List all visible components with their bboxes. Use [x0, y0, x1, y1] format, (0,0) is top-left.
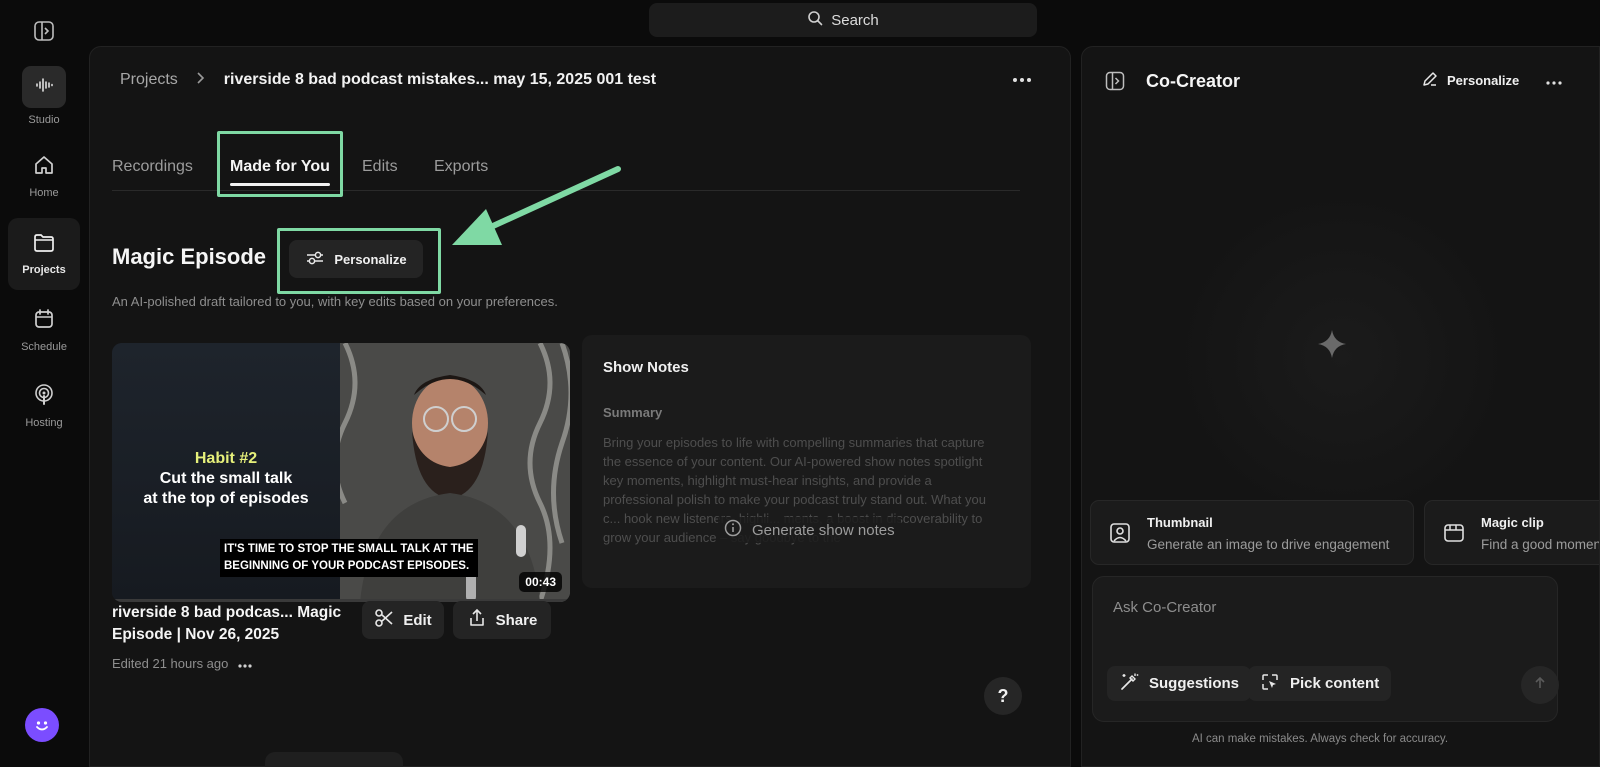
episode-video-thumbnail[interactable]: Habit #2 Cut the small talk at the top o… [112, 343, 570, 602]
tab-bar: Recordings Made for You Edits Exports [112, 143, 1020, 191]
sidebar-item-hosting[interactable]: Hosting [8, 370, 80, 442]
folder-icon [33, 233, 55, 258]
episode-title: riverside 8 bad podcas... Magic Episode … [112, 604, 342, 643]
chevron-right-icon [196, 71, 206, 89]
suggestion-card-title: Thumbnail [1147, 515, 1213, 530]
co-creator-personalize-label: Personalize [1447, 73, 1520, 88]
tab-exports[interactable]: Exports [434, 143, 488, 190]
show-notes-title: Show Notes [603, 359, 689, 376]
more-horizontal-icon [1546, 72, 1562, 90]
search-bar[interactable]: Search [649, 3, 1037, 37]
edit-button[interactable]: Edit [362, 601, 444, 639]
arrow-up-icon [1533, 676, 1547, 695]
co-creator-title: Co-Creator [1146, 71, 1241, 91]
tab-edits[interactable]: Edits [362, 143, 398, 190]
overlay-line-3: at the top of episodes [143, 490, 309, 507]
waveform-icon [35, 77, 53, 98]
breadcrumb: Projects riverside 8 bad podcast mistake… [120, 71, 656, 89]
overlay-line-2: Cut the small talk [159, 470, 293, 487]
suggestions-button[interactable]: Suggestions [1107, 666, 1252, 701]
video-caption: IT'S TIME TO STOP THE SMALL TALK AT THE … [220, 539, 478, 577]
pick-content-button[interactable]: Pick content [1248, 666, 1392, 701]
magic-episode-title: Magic Episode [112, 244, 267, 269]
episode-meta: Edited 21 hours ago [112, 656, 252, 671]
episode-more-button[interactable] [238, 656, 252, 671]
suggestion-card-magic-clip[interactable]: Magic clip Find a good moment [1424, 500, 1600, 565]
sliders-icon [305, 250, 325, 269]
user-avatar[interactable] [25, 708, 59, 742]
sparkle-icon [1317, 329, 1347, 364]
personalize-button[interactable]: Personalize [289, 240, 423, 278]
share-button[interactable]: Share [453, 601, 551, 639]
sidebar-item-label: Home [29, 186, 59, 199]
more-horizontal-icon [1012, 70, 1032, 88]
breadcrumb-projects-link[interactable]: Projects [120, 71, 178, 89]
tab-recordings[interactable]: Recordings [112, 143, 193, 190]
send-button[interactable] [1521, 666, 1559, 704]
project-panel: Projects riverside 8 bad podcast mistake… [89, 46, 1071, 767]
personalize-label: Personalize [334, 251, 407, 267]
info-icon [724, 519, 742, 541]
co-creator-personalize-button[interactable]: Personalize [1422, 71, 1519, 90]
search-label: Search [831, 11, 879, 29]
help-button[interactable]: ? [984, 677, 1022, 715]
edit-label: Edit [403, 611, 432, 629]
pick-content-label: Pick content [1290, 675, 1380, 692]
share-icon [467, 608, 487, 632]
home-icon [33, 154, 55, 181]
sidebar-item-home[interactable]: Home [8, 140, 80, 212]
overlay-line-1: Habit #2 [194, 450, 258, 467]
panel-toggle-icon[interactable] [1105, 71, 1125, 96]
breadcrumb-current: riverside 8 bad podcast mistakes... may … [223, 71, 657, 88]
generate-show-notes-label: Generate show notes [752, 521, 895, 539]
ask-co-creator-box: Suggestions Pick content [1092, 576, 1559, 722]
video-duration-badge: 00:43 [519, 572, 562, 592]
pencil-icon [1422, 71, 1438, 90]
left-rail: Studio Home Projects Schedule Hosting [0, 0, 88, 767]
sidebar-toggle-icon[interactable] [33, 20, 55, 42]
caption-line-2: BEGINNING OF YOUR PODCAST EPISODES. [224, 560, 470, 572]
suggestions-label: Suggestions [1149, 675, 1240, 692]
suggestion-card-thumbnail[interactable]: Thumbnail Generate an image to drive eng… [1090, 500, 1414, 565]
video-overlay-text: Habit #2 Cut the small talk at the top o… [112, 449, 340, 509]
bottom-card-edge [265, 752, 403, 767]
suggestion-card-desc: Find a good moment [1481, 537, 1600, 552]
ai-disclaimer: AI can make mistakes. Always check for a… [1191, 733, 1449, 745]
suggestion-card-desc: Generate an image to drive engagement [1147, 537, 1390, 552]
sidebar-item-label: Hosting [25, 416, 63, 429]
thumbnail-icon [1109, 522, 1131, 549]
magic-episode-subtitle: An AI-polished draft tailored to you, wi… [112, 294, 558, 309]
search-icon [807, 10, 823, 30]
sidebar-item-label: Projects [22, 263, 66, 276]
podcast-icon [33, 383, 55, 411]
sidebar-item-label: Studio [28, 114, 60, 126]
magic-wand-icon [1119, 672, 1139, 696]
episode-edited-time: Edited 21 hours ago [112, 656, 229, 671]
sidebar-item-label: Schedule [21, 340, 67, 353]
tab-made-for-you[interactable]: Made for You [230, 143, 330, 190]
generate-show-notes-button[interactable]: Generate show notes [718, 517, 901, 543]
ask-co-creator-input[interactable] [1113, 595, 1533, 619]
sidebar-item-schedule[interactable]: Schedule [8, 294, 80, 366]
scissors-icon [374, 608, 394, 632]
clip-icon [1443, 522, 1465, 549]
more-options-button[interactable] [1008, 69, 1036, 89]
sidebar-item-projects[interactable]: Projects [8, 218, 80, 290]
show-notes-summary-label: Summary [603, 405, 663, 420]
caption-line-1: IT'S TIME TO STOP THE SMALL TALK AT THE [224, 543, 474, 555]
sidebar-item-studio[interactable]: Studio [8, 60, 80, 132]
suggestion-card-title: Magic clip [1481, 515, 1544, 530]
co-creator-panel: Co-Creator Personalize Thumbnail Generat… [1081, 46, 1600, 767]
co-creator-more-button[interactable] [1542, 72, 1566, 90]
select-cursor-icon [1260, 672, 1280, 696]
calendar-icon [33, 308, 55, 335]
share-label: Share [495, 611, 538, 629]
show-notes-card: Show Notes Summary Bring your episodes t… [582, 335, 1031, 588]
